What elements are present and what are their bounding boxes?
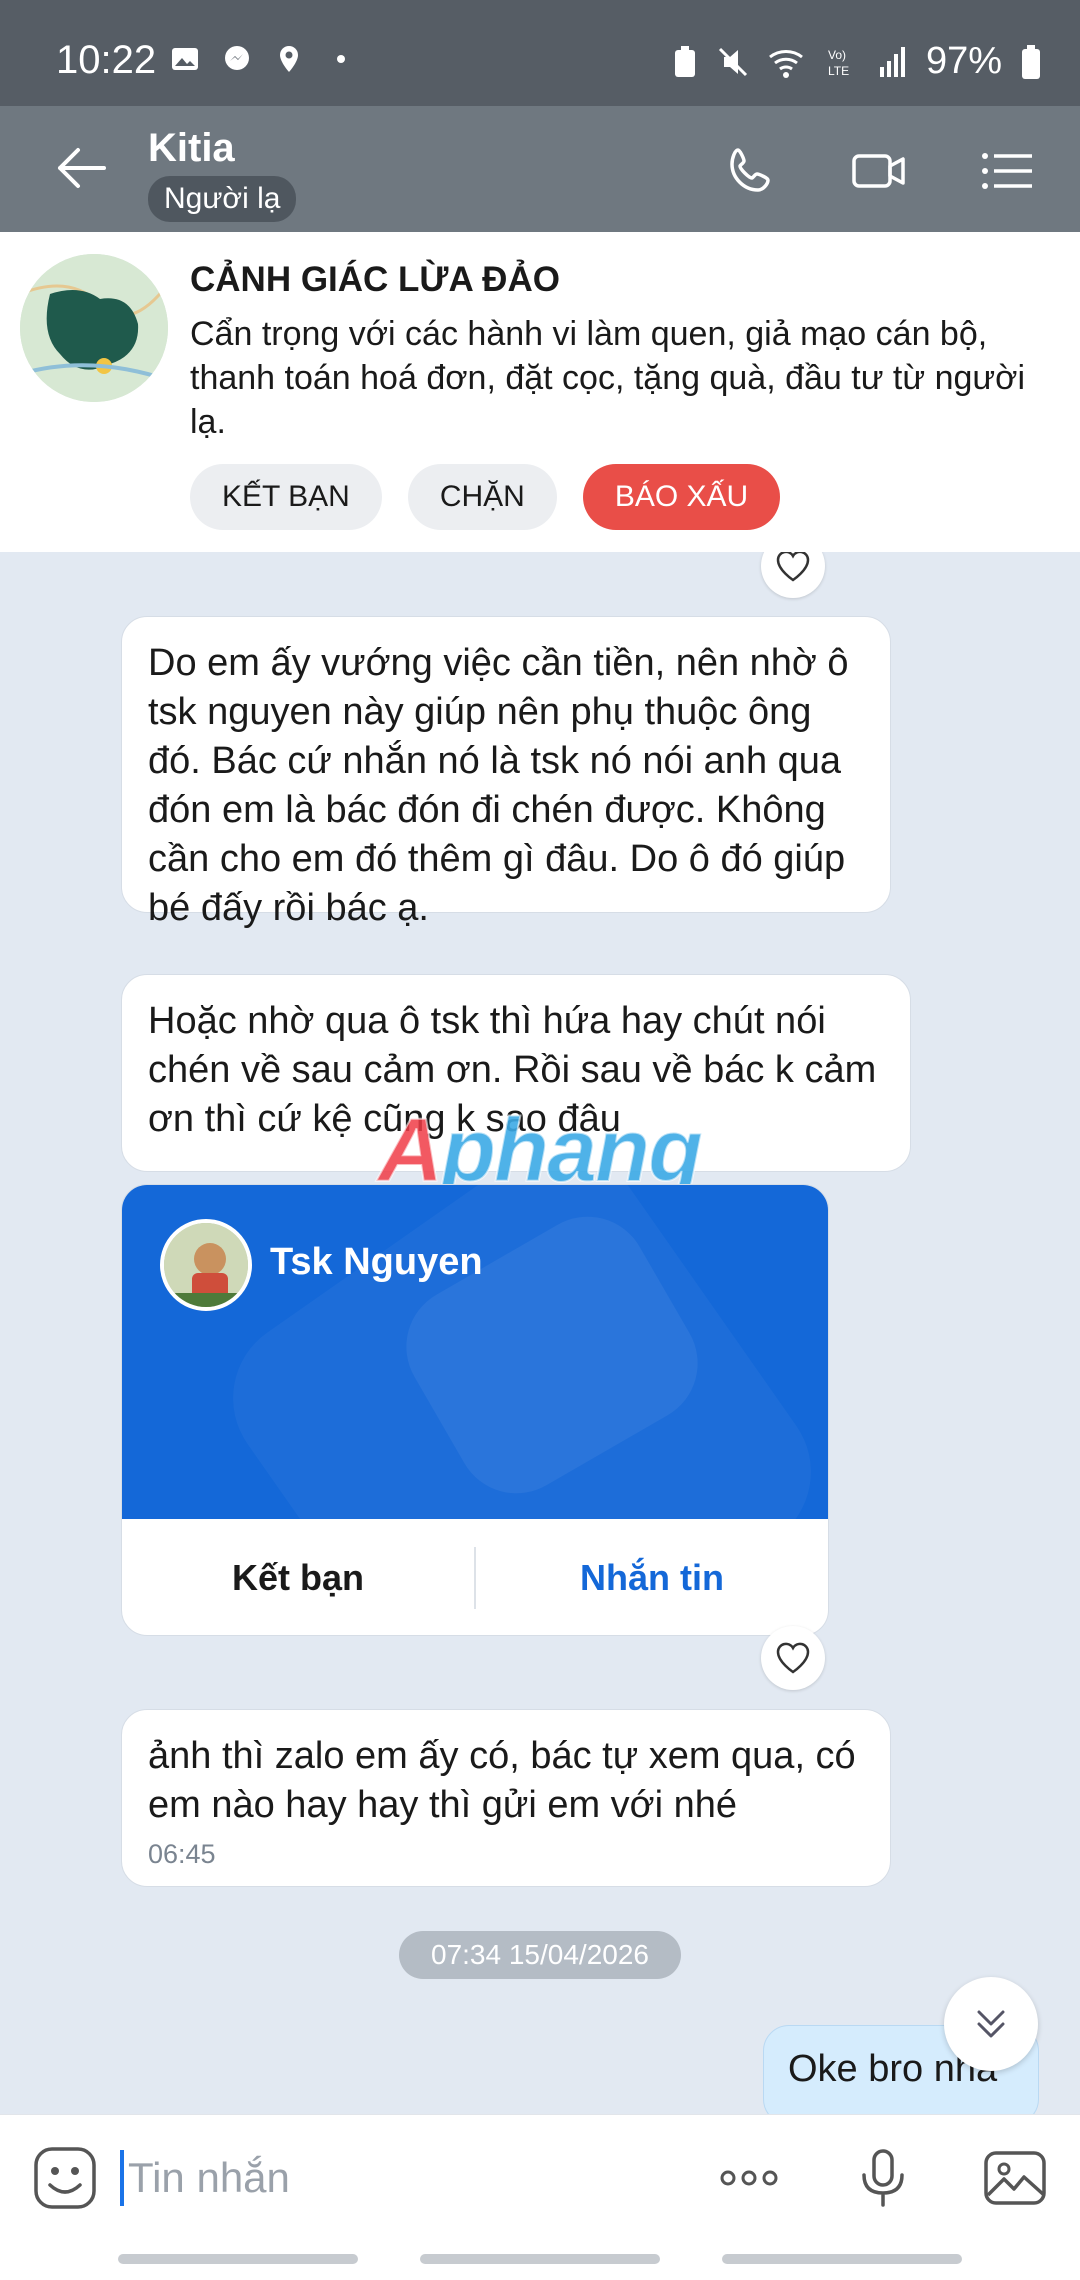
navigation-bar bbox=[0, 2240, 1080, 2280]
nav-home-button[interactable] bbox=[420, 2254, 660, 2264]
message-time: 06:45 bbox=[148, 1839, 216, 1869]
menu-list-icon[interactable] bbox=[980, 144, 1034, 198]
svg-text:LTE: LTE bbox=[828, 64, 849, 78]
incoming-message[interactable]: ảnh thì zalo em ấy có, bác tự xem qua, c… bbox=[121, 1709, 891, 1887]
back-arrow-icon[interactable] bbox=[56, 144, 108, 192]
battery-saver-icon bbox=[674, 45, 695, 77]
battery-percent: 97% bbox=[925, 40, 1002, 82]
text-caret bbox=[120, 2150, 124, 2206]
volte-icon: Vo) LTE bbox=[828, 48, 849, 78]
warning-actions: KẾT BẠN CHẶN BÁO XẤU bbox=[190, 464, 781, 530]
heart-react-icon[interactable] bbox=[761, 552, 825, 598]
scroll-to-bottom-button[interactable] bbox=[944, 1977, 1038, 2071]
gallery-icon bbox=[172, 48, 198, 70]
stranger-tag: Người lạ bbox=[148, 176, 297, 222]
block-button[interactable]: CHẶN bbox=[407, 464, 557, 530]
message-text: ảnh thì zalo em ấy có, bác tự xem qua, c… bbox=[148, 1735, 856, 1826]
dot-icon bbox=[337, 55, 345, 63]
status-time: 10:22 bbox=[56, 38, 157, 82]
message-text: Do em ấy vướng việc cần tiền, nên nhờ ô … bbox=[148, 642, 849, 929]
message-input[interactable]: Tin nhắn bbox=[120, 2145, 290, 2211]
date-divider: 07:34 15/04/2026 bbox=[399, 1931, 681, 1979]
card-add-friend-button[interactable]: Kết bạn bbox=[122, 1557, 474, 1599]
svg-text:Vo): Vo) bbox=[828, 48, 846, 62]
phone-icon[interactable] bbox=[724, 144, 778, 198]
message-composer: Tin nhắn bbox=[0, 2114, 1080, 2240]
message-input-placeholder: Tin nhắn bbox=[128, 2154, 290, 2201]
scam-warning-panel: CẢNH GIÁC LỪA ĐẢO Cẩn trọng với các hành… bbox=[0, 232, 1080, 552]
more-options-icon[interactable] bbox=[716, 2145, 782, 2211]
location-icon bbox=[280, 46, 298, 72]
video-call-icon[interactable] bbox=[852, 144, 906, 198]
wifi-icon bbox=[769, 49, 803, 78]
nav-back-button[interactable] bbox=[722, 2254, 962, 2264]
microphone-icon[interactable] bbox=[850, 2145, 916, 2211]
report-button[interactable]: BÁO XẤU bbox=[582, 464, 781, 530]
contact-avatar[interactable] bbox=[20, 254, 168, 402]
nav-recent-button[interactable] bbox=[118, 2254, 358, 2264]
contact-card[interactable]: Tsk Nguyen Kết bạn Nhắn tin bbox=[121, 1184, 829, 1636]
chat-header: Kitia Người lạ bbox=[0, 106, 1080, 232]
card-message-button[interactable]: Nhắn tin bbox=[476, 1557, 828, 1599]
warning-text: Cẩn trọng với các hành vi làm quen, giả … bbox=[190, 315, 1025, 441]
image-icon[interactable] bbox=[982, 2145, 1048, 2211]
heart-react-icon[interactable] bbox=[761, 1626, 825, 1690]
contact-card-header: Tsk Nguyen bbox=[122, 1185, 828, 1519]
message-list[interactable]: Do em ấy vướng việc cần tiền, nên nhờ ô … bbox=[0, 552, 1080, 2114]
double-chevron-down-icon bbox=[977, 2010, 1005, 2038]
add-friend-button[interactable]: KẾT BẠN bbox=[190, 464, 382, 530]
battery-icon bbox=[1022, 44, 1040, 79]
mute-icon bbox=[718, 47, 747, 76]
contact-name[interactable]: Kitia bbox=[148, 126, 235, 171]
warning-title: CẢNH GIÁC LỪA ĐẢO bbox=[190, 260, 560, 299]
contact-card-avatar[interactable] bbox=[160, 1219, 252, 1311]
status-system-icons: Vo) LTE 97% bbox=[672, 40, 1042, 83]
signal-icon bbox=[879, 46, 905, 77]
incoming-message[interactable]: Do em ấy vướng việc cần tiền, nên nhờ ô … bbox=[121, 616, 891, 929]
messenger-icon bbox=[225, 46, 249, 70]
status-notification-icons bbox=[170, 44, 356, 74]
sticker-icon[interactable] bbox=[32, 2145, 98, 2211]
status-bar: 10:22 Vo) LTE 97% bbox=[0, 0, 1080, 106]
contact-card-actions: Kết bạn Nhắn tin bbox=[122, 1519, 828, 1635]
contact-card-name: Tsk Nguyen bbox=[270, 1241, 483, 1283]
